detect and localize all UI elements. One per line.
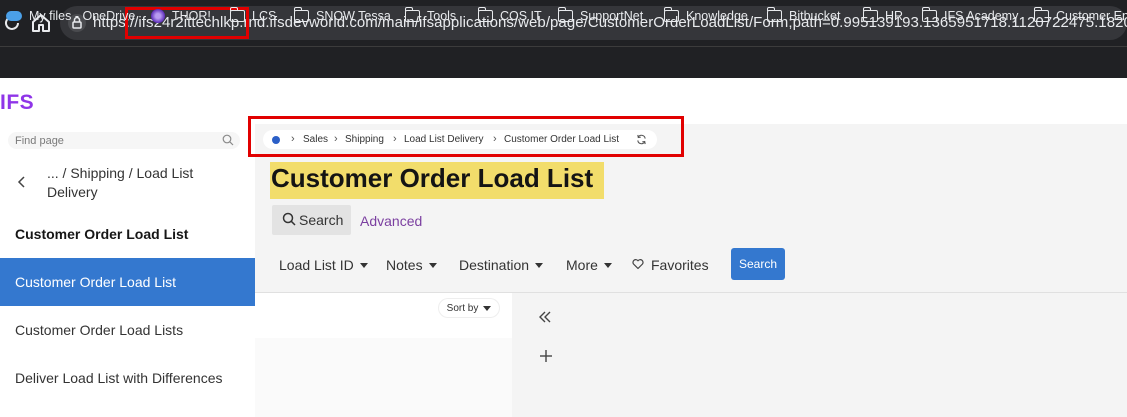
find-page-placeholder: Find page: [15, 135, 64, 147]
caret-down-icon: [483, 305, 492, 311]
bookmark-thor[interactable]: THOR!: [151, 7, 211, 25]
folder-icon: [663, 7, 679, 22]
breadcrumb-highlight-box: [248, 116, 684, 157]
bookmark-customer-env[interactable]: Customer Env: [1033, 7, 1127, 25]
folder-icon: [404, 7, 420, 22]
double-chevron-left-icon[interactable]: [538, 310, 552, 324]
filter-label: Destination: [459, 257, 530, 273]
sidebar-item-customer-order-load-lists[interactable]: Customer Order Load Lists: [0, 306, 255, 354]
bookmark-label: THOR!: [172, 9, 211, 23]
record-list-body: [255, 338, 512, 417]
folder-icon: [293, 7, 309, 22]
advanced-link[interactable]: Advanced: [360, 213, 422, 229]
folder-icon: [229, 7, 245, 22]
bookmark-label: My files - OneDrive: [29, 9, 136, 23]
caret-down-icon: [603, 262, 612, 268]
folder-icon: [921, 7, 937, 22]
onedrive-icon: [6, 11, 22, 21]
filter-destination[interactable]: Destination: [459, 257, 544, 273]
sidebar-heading: Customer Order Load List: [15, 226, 189, 242]
filter-notes[interactable]: Notes: [386, 257, 437, 273]
ifs-logo[interactable]: IFS: [0, 91, 34, 115]
bookmark-label: COS IT: [500, 9, 542, 23]
filter-label: More: [566, 257, 598, 273]
bookmark-snow-tessa[interactable]: SNOW Tessa: [293, 7, 391, 25]
bookmark-label: SupportNet: [580, 9, 644, 23]
folder-icon: [766, 7, 782, 22]
page-title: Customer Order Load List: [271, 163, 594, 193]
bookmarks-bar: [0, 46, 1127, 78]
bookmark-supportnet[interactable]: SupportNet: [557, 7, 644, 25]
filter-more[interactable]: More: [566, 257, 612, 273]
bookmark-label: SNOW Tessa: [316, 9, 391, 23]
bookmark-bitbucket[interactable]: Bitbucket: [766, 7, 841, 25]
bookmark-cos-it[interactable]: COS IT: [477, 7, 542, 25]
folder-icon: [862, 7, 878, 22]
bookmark-ifs-academy[interactable]: IFS Academy: [921, 7, 1019, 25]
bookmark-label: Knowledge: [686, 9, 748, 23]
favorites-button[interactable]: Favorites: [651, 257, 709, 273]
search-button[interactable]: Search: [731, 248, 785, 280]
search-icon[interactable]: [222, 134, 234, 146]
filter-label: Load List ID: [279, 257, 354, 273]
sidebar-back-path[interactable]: ... / Shipping / Load List Delivery: [47, 164, 237, 202]
bookmark-lcs[interactable]: LCS: [229, 7, 277, 25]
bookmark-label: HR: [885, 9, 904, 23]
search-toggle-label: Search: [299, 212, 344, 228]
bookmark-label: Tools: [427, 9, 457, 23]
chevron-left-icon[interactable]: [16, 175, 28, 189]
bookmark-onedrive[interactable]: My files - OneDrive: [6, 7, 135, 25]
sidebar-item-deliver-load-list-with-differences[interactable]: Deliver Load List with Differences: [0, 354, 255, 402]
folder-icon: [1033, 7, 1049, 22]
bookmark-label: IFS Academy: [944, 9, 1019, 23]
bookmark-knowledge[interactable]: Knowledge: [663, 7, 748, 25]
sidebar-item-customer-order-load-list[interactable]: Customer Order Load List: [0, 258, 255, 306]
thor-icon: [151, 9, 165, 23]
bookmark-label: LCS: [252, 9, 277, 23]
sort-by-label: Sort by: [446, 302, 479, 314]
bookmark-tools[interactable]: Tools: [404, 7, 457, 25]
caret-down-icon: [428, 262, 437, 268]
heart-icon[interactable]: [632, 258, 644, 270]
folder-icon: [477, 7, 493, 22]
bookmark-hr[interactable]: HR: [862, 7, 904, 25]
filter-load-list-id[interactable]: Load List ID: [279, 257, 368, 273]
sort-by-button[interactable]: Sort by: [439, 299, 499, 317]
caret-down-icon: [359, 262, 368, 268]
search-icon: [282, 212, 296, 226]
bookmark-label: Bitbucket: [789, 9, 841, 23]
bookmark-label: Customer Env: [1056, 9, 1127, 23]
plus-icon[interactable]: [539, 349, 553, 363]
filter-label: Notes: [386, 257, 423, 273]
folder-icon: [557, 7, 573, 22]
caret-down-icon: [535, 262, 544, 268]
